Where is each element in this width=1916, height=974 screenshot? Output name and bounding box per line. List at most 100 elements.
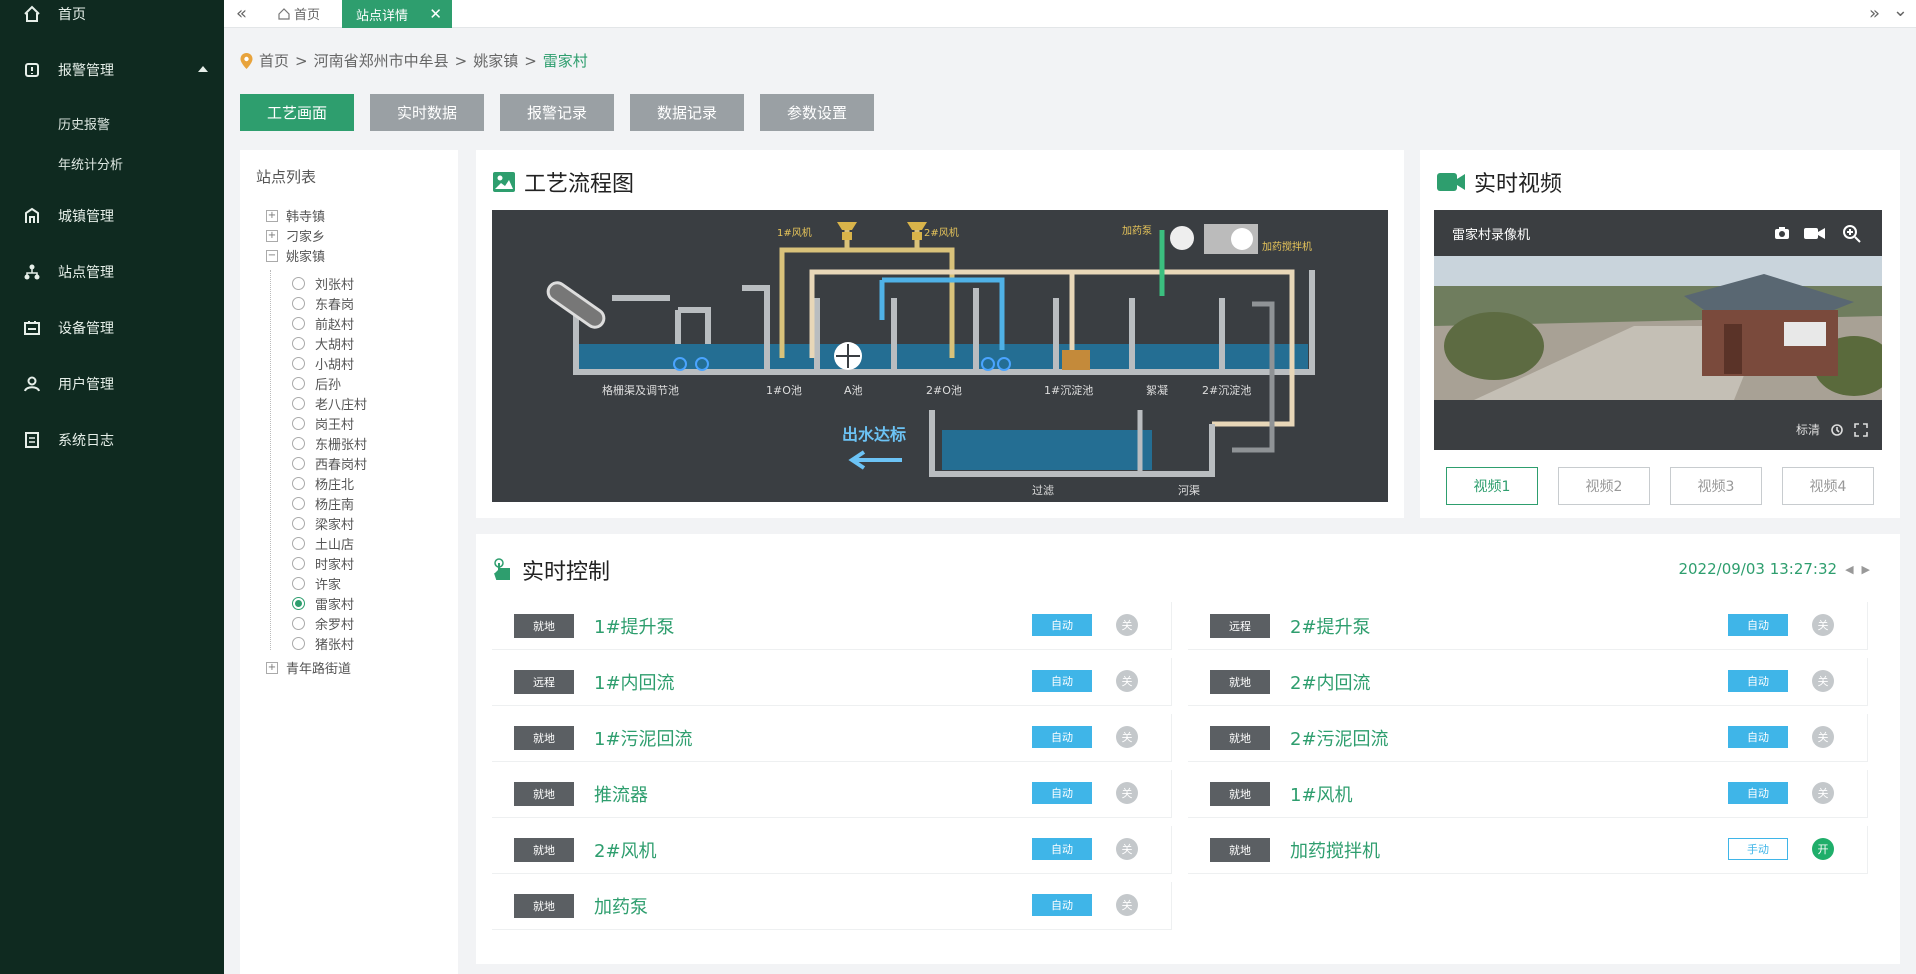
tree-leaf[interactable]: 许家 (292, 574, 341, 593)
radio-icon[interactable] (292, 357, 305, 370)
power-state-button[interactable]: 关 (1812, 670, 1834, 692)
tree-leaf[interactable]: 小胡村 (292, 354, 354, 373)
video-1-button[interactable]: 视频1 (1446, 467, 1538, 505)
radio-icon[interactable] (292, 437, 305, 450)
power-state-button[interactable]: 关 (1812, 782, 1834, 804)
record-icon[interactable] (1804, 227, 1826, 240)
tree-leaf[interactable]: 老八庄村 (292, 394, 367, 413)
snapshot-icon[interactable] (1774, 226, 1790, 240)
auto-mode-button[interactable]: 自动 (1032, 838, 1092, 860)
tree-node-yaojia[interactable]: − 姚家镇 (266, 246, 325, 265)
power-state-button[interactable]: 关 (1116, 670, 1138, 692)
tab-parameter-settings[interactable]: 参数设置 (760, 94, 874, 131)
tree-leaf[interactable]: 岗王村 (292, 414, 354, 433)
tree-leaf[interactable]: 时家村 (292, 554, 354, 573)
radio-icon[interactable] (292, 397, 305, 410)
tree-leaf[interactable]: 后孙 (292, 374, 341, 393)
auto-mode-button[interactable]: 自动 (1032, 782, 1092, 804)
power-state-button[interactable]: 关 (1116, 614, 1138, 636)
power-state-button[interactable]: 关 (1812, 726, 1834, 748)
scroll-tabs-right-icon[interactable]: » (1869, 3, 1880, 24)
auto-mode-button[interactable]: 自动 (1032, 614, 1092, 636)
auto-mode-button[interactable]: 自动 (1032, 726, 1092, 748)
power-state-button[interactable]: 关 (1116, 726, 1138, 748)
nav-sub-annual-stats[interactable]: 年统计分析 (58, 154, 123, 173)
nav-alarm[interactable]: 报警管理 (0, 48, 224, 92)
tree-leaf[interactable]: 前赵村 (292, 314, 354, 333)
expand-icon[interactable]: + (266, 209, 278, 222)
radio-icon[interactable] (292, 517, 305, 530)
tree-leaf[interactable]: 大胡村 (292, 334, 354, 353)
tree-leaf[interactable]: 雷家村 (292, 594, 354, 613)
radio-icon[interactable] (292, 417, 305, 430)
tree-leaf[interactable]: 东栅张村 (292, 434, 367, 453)
tree-leaf[interactable]: 猪张村 (292, 634, 354, 653)
auto-mode-button[interactable]: 自动 (1032, 894, 1092, 916)
quality-label[interactable]: 标清 (1796, 421, 1820, 438)
tab-station-detail[interactable]: 站点详情 ✕ (342, 0, 452, 28)
tree-leaf[interactable]: 杨庄北 (292, 474, 354, 493)
radio-icon[interactable] (292, 277, 305, 290)
radio-icon[interactable] (292, 557, 305, 570)
nav-log[interactable]: 系统日志 (0, 418, 224, 462)
auto-mode-button[interactable]: 自动 (1032, 670, 1092, 692)
tab-process-view[interactable]: 工艺画面 (240, 94, 354, 131)
replay-icon[interactable] (1830, 423, 1844, 437)
auto-mode-button[interactable]: 自动 (1728, 726, 1788, 748)
video-3-button[interactable]: 视频3 (1670, 467, 1762, 505)
nav-device[interactable]: 设备管理 (0, 306, 224, 350)
tree-leaf[interactable]: 余罗村 (292, 614, 354, 633)
tree-leaf[interactable]: 东春岗 (292, 294, 354, 313)
tree-leaf[interactable]: 杨庄南 (292, 494, 354, 513)
radio-icon[interactable] (292, 637, 305, 650)
radio-icon[interactable] (292, 477, 305, 490)
radio-icon[interactable] (292, 537, 305, 550)
power-state-button[interactable]: 关 (1116, 838, 1138, 860)
auto-mode-button[interactable]: 自动 (1728, 670, 1788, 692)
tree-leaf[interactable]: 西春岗村 (292, 454, 367, 473)
radio-icon[interactable] (292, 577, 305, 590)
tab-data-records[interactable]: 数据记录 (630, 94, 744, 131)
expand-icon[interactable]: + (266, 661, 278, 674)
auto-mode-button[interactable]: 自动 (1728, 782, 1788, 804)
tree-node-diaojia[interactable]: + 刁家乡 (266, 226, 325, 245)
tree-leaf[interactable]: 土山店 (292, 534, 354, 553)
breadcrumb-county[interactable]: 河南省郑州市中牟县 (314, 50, 449, 71)
video-4-button[interactable]: 视频4 (1782, 467, 1874, 505)
scroll-tabs-left-icon[interactable]: « (236, 3, 247, 24)
nav-home[interactable]: 首页 (0, 0, 224, 36)
nav-site[interactable]: 站点管理 (0, 250, 224, 294)
breadcrumb-town[interactable]: 姚家镇 (473, 50, 518, 71)
radio-icon[interactable] (292, 297, 305, 310)
tree-node-hansi[interactable]: + 韩寺镇 (266, 206, 325, 225)
power-state-button[interactable]: 关 (1116, 894, 1138, 916)
radio-icon[interactable] (292, 377, 305, 390)
tree-node-qingnianlu[interactable]: + 青年路街道 (266, 658, 351, 677)
tree-leaf[interactable]: 梁家村 (292, 514, 354, 533)
radio-icon[interactable] (292, 597, 305, 610)
radio-icon[interactable] (292, 617, 305, 630)
tab-realtime-data[interactable]: 实时数据 (370, 94, 484, 131)
dropdown-icon[interactable]: ⌄ (1893, 0, 1908, 21)
close-tab-icon[interactable]: ✕ (429, 5, 442, 23)
fullscreen-icon[interactable] (1854, 422, 1868, 437)
collapse-icon[interactable]: − (266, 249, 278, 262)
tree-leaf[interactable]: 刘张村 (292, 274, 354, 293)
power-state-button[interactable]: 关 (1116, 782, 1138, 804)
auto-mode-button[interactable]: 自动 (1728, 614, 1788, 636)
radio-icon[interactable] (292, 457, 305, 470)
power-state-button[interactable]: 关 (1812, 614, 1834, 636)
tab-home[interactable]: 首页 (278, 4, 320, 23)
video-2-button[interactable]: 视频2 (1558, 467, 1650, 505)
radio-icon[interactable] (292, 497, 305, 510)
radio-icon[interactable] (292, 317, 305, 330)
breadcrumb-home[interactable]: 首页 (259, 50, 289, 71)
auto-mode-button[interactable]: 手动 (1728, 838, 1788, 860)
nav-user[interactable]: 用户管理 (0, 362, 224, 406)
zoom-in-icon[interactable] (1842, 224, 1862, 244)
next-arrow-icon[interactable]: ▶ (1862, 563, 1870, 576)
nav-sub-history-alarm[interactable]: 历史报警 (58, 114, 110, 133)
expand-icon[interactable]: + (266, 229, 278, 242)
radio-icon[interactable] (292, 337, 305, 350)
nav-town[interactable]: 城镇管理 (0, 194, 224, 238)
